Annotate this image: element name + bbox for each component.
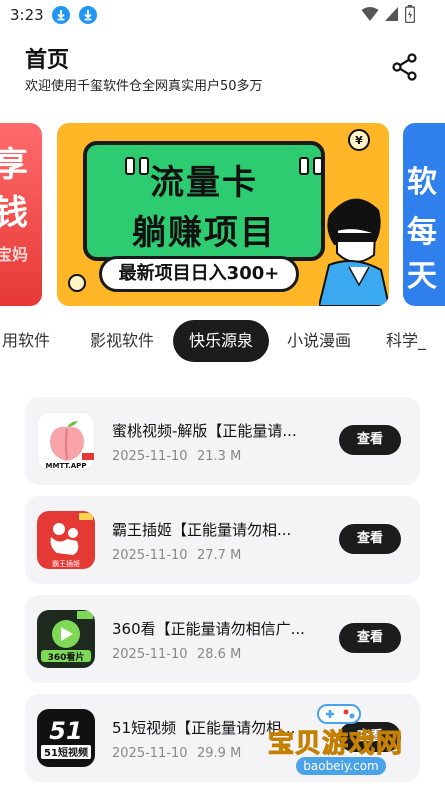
banner-left-text: 享 <box>0 145 28 185</box>
page-title: 首页 <box>25 48 70 73</box>
banner-slide-current[interactable]: 流量卡 躺赚项目 最新项目日入300+ ¥ <box>57 123 389 306</box>
svg-text:¥: ¥ <box>355 134 363 147</box>
battery-icon <box>405 5 415 23</box>
app-name: 360看【正能量请勿相信广... <box>112 620 305 638</box>
banner-right-text: 软 <box>407 165 437 200</box>
download-notification-icon <box>79 6 97 24</box>
tab-video-software[interactable]: 影视软件 <box>90 320 154 362</box>
svg-text:51: 51 <box>49 717 82 745</box>
view-button[interactable]: 查看 <box>339 623 401 653</box>
share-button[interactable] <box>390 52 420 82</box>
banner-headline-line2: 躺赚项目 <box>132 213 276 253</box>
site-watermark: 宝贝游戏网 baobeiy.com <box>267 704 413 785</box>
share-icon <box>392 53 417 81</box>
app-icon-text: MMTT.APP <box>46 462 87 470</box>
app-date: 2025-11-10 <box>112 548 188 563</box>
app-size: 28.6 M <box>197 647 242 662</box>
app-icon-text: 霸王插姬 <box>52 559 80 568</box>
app-icon-text: 51短视频 <box>44 746 88 759</box>
banner-right-text: 每天 <box>407 215 437 294</box>
category-tabs: 用软件 影视软件 快乐源泉 小说漫画 科学_ <box>0 320 445 366</box>
app-size: 27.7 M <box>197 548 242 563</box>
banner-promo-pill: 最新项目日入300+ <box>99 256 299 292</box>
status-bar: 3:23 <box>0 0 445 30</box>
tab-happy-source[interactable]: 快乐源泉 <box>173 320 270 362</box>
banner-slide-previous[interactable]: 享 钱 宝妈 <box>0 123 42 306</box>
list-item[interactable]: MMTT.APP 蜜桃视频-解版【正能量请... 2025-11-10 21.3… <box>25 397 420 485</box>
download-notification-icon <box>52 6 70 24</box>
watermark-url: baobeiy.com <box>296 757 386 775</box>
tab-software[interactable]: 用软件 <box>2 320 50 362</box>
app-size: 29.9 M <box>197 746 242 761</box>
banner-headline-card: 流量卡 躺赚项目 <box>83 141 325 261</box>
app-size: 21.3 M <box>197 449 242 464</box>
tab-science[interactable]: 科学_ <box>386 320 426 362</box>
app-date: 2025-11-10 <box>112 746 188 761</box>
cellular-signal-icon <box>385 7 398 21</box>
banner-left-text: 宝妈 <box>0 245 29 264</box>
watermark-text: 宝贝游戏网 <box>267 729 404 760</box>
coin-icon <box>68 274 86 292</box>
app-name: 蜜桃视频-解版【正能量请... <box>112 422 297 440</box>
status-time: 3:23 <box>10 6 44 24</box>
banner-slide-next[interactable]: 软 每天 <box>403 123 445 306</box>
peach-app-icon: MMTT.APP <box>37 412 95 470</box>
app-date: 2025-11-10 <box>112 647 188 662</box>
list-item[interactable]: 360看片 360看【正能量请勿相信广... 2025-11-10 28.6 M… <box>25 595 420 683</box>
banner-left-text: 钱 <box>0 193 28 233</box>
gamepad-icon <box>317 704 361 724</box>
view-button[interactable]: 查看 <box>339 524 401 554</box>
bawang-app-icon: 霸王插姬 <box>37 511 95 569</box>
360-app-icon: 360看片 <box>37 610 95 668</box>
app-icon-text: 360看片 <box>48 651 85 663</box>
tab-novel-comic[interactable]: 小说漫画 <box>287 320 351 362</box>
banner-headline-line1: 流量卡 <box>150 163 258 203</box>
app-date: 2025-11-10 <box>112 449 188 464</box>
app-name: 霸王插姬【正能量请勿相... <box>112 521 292 539</box>
view-button[interactable]: 查看 <box>339 425 401 455</box>
wifi-icon <box>361 7 379 21</box>
page-subtitle: 欢迎使用千玺软件仓全网真实用户50多万 <box>25 79 263 94</box>
coin-icon: ¥ <box>348 129 370 151</box>
cartoon-character-illustration <box>319 198 389 306</box>
list-item[interactable]: 霸王插姬 霸王插姬【正能量请勿相... 2025-11-10 27.7 M 查看 <box>25 496 420 584</box>
51-app-icon: 51 51短视频 <box>37 709 95 767</box>
